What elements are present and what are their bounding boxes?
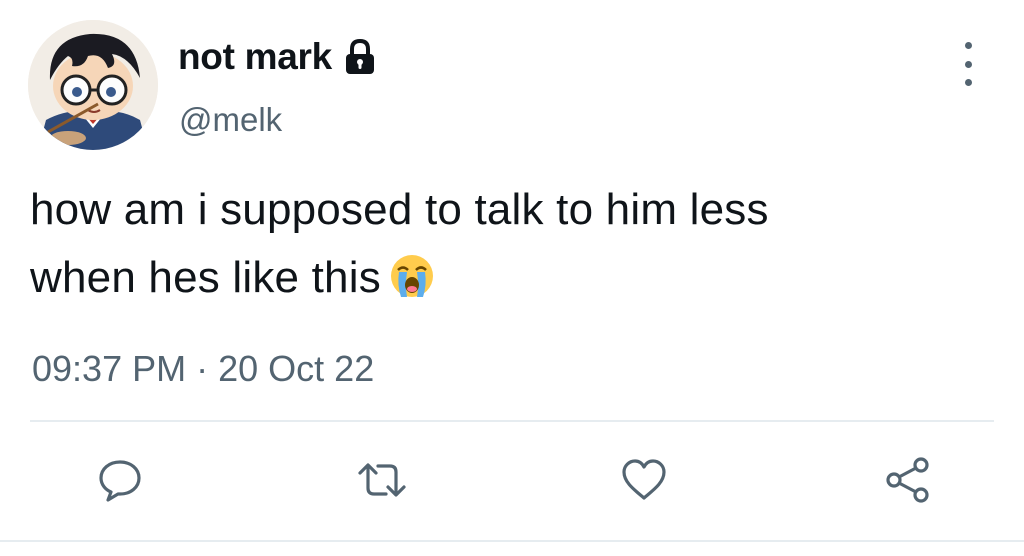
tweet-text: how am i supposed to talk to him less wh… [30, 176, 990, 312]
tweet-text-line-2: when hes like this [30, 244, 990, 312]
more-vertical-icon [964, 42, 972, 49]
retweet-icon [358, 463, 406, 497]
share-button[interactable] [884, 456, 932, 504]
tweet-timestamp[interactable]: 09:37 PM · 20 Oct 22 [32, 348, 374, 390]
tweet-text-line: how am i supposed to talk to him less [30, 185, 769, 234]
display-name[interactable]: not mark [178, 36, 332, 78]
loudly-crying-face-icon [389, 251, 435, 297]
retweet-button[interactable] [356, 456, 406, 504]
more-options-button[interactable] [955, 42, 981, 86]
user-name-row: not mark [178, 34, 378, 80]
lock-icon [342, 38, 378, 76]
tweet-card: not mark @melk how am i supposed to talk… [0, 0, 1024, 556]
tweet-date: 20 Oct 22 [218, 348, 375, 389]
share-icon [886, 457, 929, 503]
tweet-time: 09:37 PM [32, 348, 187, 389]
bottom-border [0, 540, 1024, 542]
heart-icon [622, 459, 666, 500]
divider [30, 420, 994, 422]
user-handle[interactable]: @melk [179, 101, 282, 139]
avatar[interactable] [28, 20, 158, 150]
more-vertical-icon-dot [964, 79, 972, 86]
more-vertical-icon-dot [964, 60, 972, 68]
like-button[interactable] [620, 456, 668, 504]
avatar-image [28, 20, 158, 150]
reply-button[interactable] [96, 456, 144, 504]
reply-icon [99, 460, 141, 502]
tweet-text-line-content: when hes like this [30, 253, 381, 302]
timestamp-separator: · [196, 348, 209, 389]
